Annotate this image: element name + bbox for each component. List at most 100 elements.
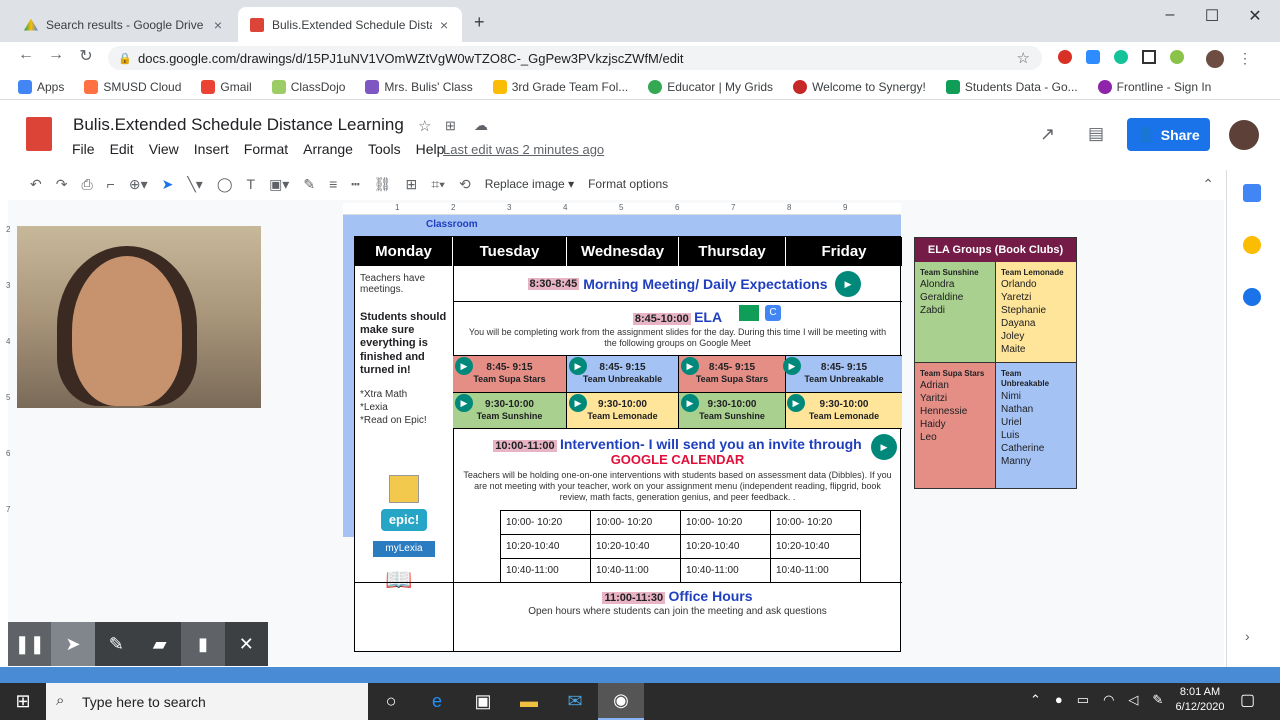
star-icon[interactable]: ☆: [1017, 49, 1030, 67]
menu-arrange[interactable]: Arrange: [303, 141, 353, 157]
menu-insert[interactable]: Insert: [194, 141, 229, 157]
drawings-logo-icon[interactable]: [26, 117, 52, 151]
menu-help[interactable]: Help: [416, 141, 445, 157]
move-folder-icon[interactable]: ⊞: [445, 118, 456, 134]
reset-image-icon[interactable]: ⟲: [459, 176, 471, 193]
activity-trend-icon[interactable]: ↗: [1040, 124, 1055, 145]
wifi-icon[interactable]: ◠: [1103, 692, 1114, 708]
taskbar-clock[interactable]: 8:01 AM 6/12/2020: [1160, 685, 1240, 715]
camera-icon[interactable]: ▮: [181, 622, 225, 666]
store-icon[interactable]: ▣: [460, 683, 506, 720]
bookmark-synergy[interactable]: Welcome to Synergy!: [793, 79, 926, 94]
highlighter-icon[interactable]: ▰: [138, 622, 181, 666]
url-field[interactable]: 🔒 docs.google.com/drawings/d/15PJ1uNV1VO…: [108, 46, 1042, 70]
extension-icon[interactable]: [1142, 50, 1156, 64]
keep-icon[interactable]: [1243, 236, 1261, 254]
add-comment-icon[interactable]: ⊞: [405, 176, 417, 193]
minimize-icon[interactable]: –: [1150, 6, 1190, 24]
line-icon[interactable]: ╲▾: [187, 176, 202, 193]
account-avatar[interactable]: [1229, 120, 1259, 150]
google-meet-icon[interactable]: ▶: [681, 357, 699, 375]
google-meet-icon[interactable]: ▶: [569, 357, 587, 375]
pen-icon[interactable]: ✎: [95, 622, 138, 666]
chevron-up-icon[interactable]: ⌃: [1030, 692, 1041, 708]
last-edit-link[interactable]: Last edit was 2 minutes ago: [443, 142, 604, 157]
file-explorer-icon[interactable]: ▬: [506, 683, 552, 720]
tasks-icon[interactable]: [1243, 288, 1261, 306]
google-meet-icon[interactable]: ▶: [455, 394, 473, 412]
mylexia-logo[interactable]: myLexia: [373, 541, 435, 557]
comment-icon[interactable]: ▤: [1088, 124, 1104, 144]
reload-icon[interactable]: ↻: [74, 46, 98, 66]
microphone-icon[interactable]: ●: [1055, 692, 1063, 708]
ela-groups-panel[interactable]: ELA Groups (Book Clubs) Team Sunshine Al…: [914, 237, 1077, 489]
clever-icon[interactable]: C: [765, 305, 781, 321]
bookmark-gmail[interactable]: Gmail: [201, 79, 252, 94]
bookmark-frontline[interactable]: Frontline - Sign In: [1097, 79, 1211, 94]
menu-file[interactable]: File: [72, 141, 95, 157]
bookmark-3rd-grade[interactable]: 3rd Grade Team Fol...: [492, 79, 628, 94]
cortana-icon[interactable]: ○: [368, 683, 414, 720]
window-close-icon[interactable]: ✕: [1235, 6, 1275, 26]
google-classroom-icon[interactable]: [739, 305, 759, 321]
border-weight-icon[interactable]: ≡: [329, 176, 337, 192]
tab-drawing[interactable]: Bulis.Extended Schedule Distance ×: [238, 7, 462, 42]
profile-avatar[interactable]: [1206, 50, 1224, 68]
google-meet-icon[interactable]: ▶: [787, 394, 805, 412]
star-icon[interactable]: ☆: [418, 117, 431, 135]
lexia-link[interactable]: *Lexia: [360, 401, 427, 414]
menu-format[interactable]: Format: [244, 141, 288, 157]
close-icon[interactable]: ✕: [225, 622, 268, 666]
google-meet-icon[interactable]: ▶: [681, 394, 699, 412]
epic-link[interactable]: *Read on Epic!: [360, 414, 427, 427]
edge-icon[interactable]: e: [414, 683, 460, 720]
share-button[interactable]: 👤 Share: [1127, 118, 1210, 151]
bookmark-students-data[interactable]: Students Data - Go...: [945, 79, 1078, 94]
bookmark-apps[interactable]: Apps: [18, 79, 64, 94]
tab-google-drive[interactable]: Search results - Google Drive ×: [12, 7, 234, 42]
extension-icon[interactable]: [1058, 50, 1072, 64]
windows-start-icon[interactable]: ⊞: [0, 691, 46, 712]
more-vert-icon[interactable]: ⋮: [1238, 50, 1252, 68]
maximize-icon[interactable]: ☐: [1192, 6, 1232, 26]
google-meet-icon[interactable]: ▶: [455, 357, 473, 375]
select-cursor-icon[interactable]: ➤: [162, 176, 174, 193]
menu-edit[interactable]: Edit: [110, 141, 134, 157]
bookmark-educator[interactable]: Educator | My Grids: [648, 79, 773, 94]
xtra-math-link[interactable]: *Xtra Math: [360, 388, 427, 401]
menu-tools[interactable]: Tools: [368, 141, 401, 157]
new-tab-plus-icon[interactable]: +: [474, 12, 485, 33]
zoom-icon[interactable]: ⊕▾: [129, 176, 148, 193]
image-icon[interactable]: ▣▾: [269, 176, 289, 193]
google-meet-icon[interactable]: ▶: [569, 394, 587, 412]
google-meet-icon[interactable]: ▶: [835, 271, 861, 297]
bookmark-smusd-cloud[interactable]: SMUSD Cloud: [84, 79, 181, 94]
menu-view[interactable]: View: [149, 141, 179, 157]
document-title[interactable]: Bulis.Extended Schedule Distance Learnin…: [73, 115, 404, 135]
pencil-icon[interactable]: ✎: [303, 176, 315, 193]
border-dash-icon[interactable]: ┅: [351, 176, 359, 193]
google-meet-icon[interactable]: ▶: [783, 357, 801, 375]
taskbar-search[interactable]: ⌕ Type here to search: [46, 683, 368, 720]
mail-icon[interactable]: ✉: [552, 683, 598, 720]
undo-icon[interactable]: ↶: [30, 176, 42, 193]
bookmark-classdojo[interactable]: ClassDojo: [271, 79, 345, 94]
bookmark-bulis-class[interactable]: Mrs. Bulis' Class: [365, 79, 473, 94]
back-arrow-icon[interactable]: ←: [14, 46, 38, 64]
schedule-slide[interactable]: Monday Tuesday Wednesday Thursday Friday…: [354, 236, 902, 652]
calendar-icon[interactable]: [1243, 184, 1261, 202]
link-icon[interactable]: ⛓: [374, 176, 392, 193]
selected-image-strip[interactable]: Classroom: [343, 215, 901, 237]
close-icon[interactable]: ×: [440, 17, 448, 33]
volume-icon[interactable]: ◁: [1128, 692, 1138, 708]
close-icon[interactable]: ×: [214, 17, 222, 33]
expand-chevron-icon[interactable]: ›: [1245, 628, 1250, 644]
google-meet-icon[interactable]: ▶: [871, 434, 897, 460]
network-icon[interactable]: ▭: [1077, 692, 1089, 708]
extension-icon[interactable]: [1086, 50, 1100, 64]
replace-image-button[interactable]: Replace image ▾: [485, 177, 574, 191]
format-options-button[interactable]: Format options: [588, 177, 668, 191]
xtramath-logo[interactable]: [389, 475, 419, 503]
forward-arrow-icon[interactable]: →: [44, 46, 68, 64]
cursor-icon[interactable]: ➤: [51, 622, 95, 666]
